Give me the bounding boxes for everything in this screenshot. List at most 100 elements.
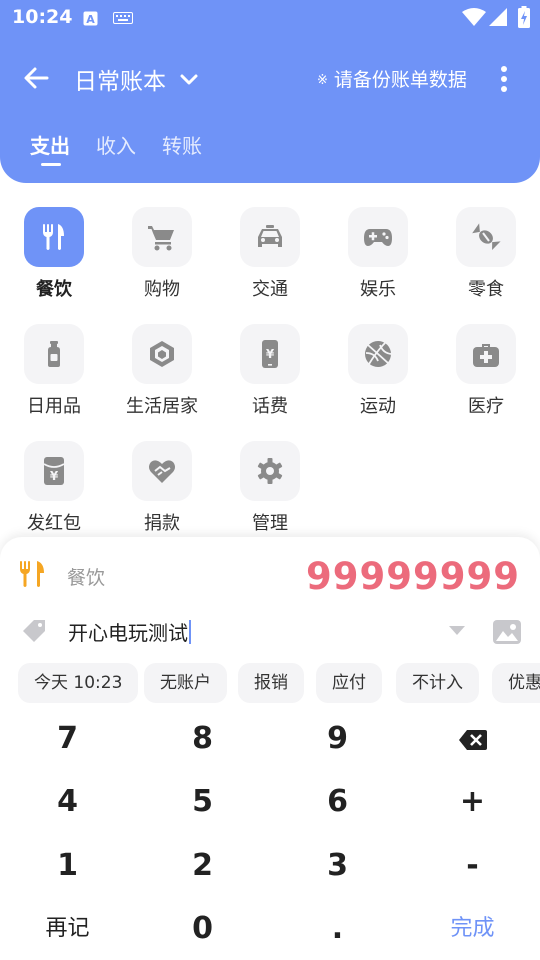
note-row: 开心电玩测试 — [0, 613, 540, 653]
category-icon-box — [24, 324, 84, 384]
selected-category-name: 餐饮 — [67, 567, 106, 589]
backup-reminder[interactable]: ※ 请备份账单数据 — [317, 65, 467, 92]
caret-down-icon[interactable] — [446, 619, 468, 641]
category-icon-box — [132, 207, 192, 267]
category-icon-box — [132, 441, 192, 501]
key-2[interactable]: 2 — [135, 835, 270, 897]
wifi-icon — [462, 8, 486, 26]
status-time: 10:24 — [12, 6, 73, 28]
book-title[interactable]: 日常账本 — [74, 62, 166, 96]
text-caret — [189, 620, 191, 644]
backspace-button[interactable] — [405, 708, 540, 770]
tag-icon[interactable] — [20, 617, 48, 645]
gamepad-icon — [364, 229, 392, 246]
medical-kit-icon — [473, 344, 499, 367]
app-header: 10:24 A 日常账本 ※ 请备份账单数据 支出 收入 转账 — [0, 0, 540, 183]
svg-text:¥: ¥ — [266, 347, 275, 361]
category-label: 日用品 — [27, 396, 81, 417]
tab-transfer[interactable]: 转账 — [162, 130, 202, 159]
chip-discount[interactable]: 优惠 — [492, 663, 540, 703]
category-icon-box — [456, 207, 516, 267]
chevron-down-icon[interactable] — [178, 68, 200, 90]
keyboard-icon — [113, 12, 133, 24]
done-button[interactable]: 完成 — [405, 898, 540, 960]
category-red-packet[interactable]: ¥ 发红包 — [0, 434, 108, 544]
red-envelope-icon: ¥ — [43, 457, 65, 485]
svg-text:A: A — [86, 13, 95, 26]
key-1[interactable]: 1 — [0, 835, 135, 897]
image-icon[interactable] — [492, 617, 522, 647]
backup-prefix: ※ — [317, 73, 328, 88]
key-4[interactable]: 4 — [0, 771, 135, 833]
key-minus[interactable]: - — [405, 835, 540, 897]
category-dining[interactable]: 餐饮 — [0, 200, 108, 310]
category-label: 购物 — [144, 279, 180, 300]
category-label: 医疗 — [468, 396, 504, 417]
category-icon-box — [240, 441, 300, 501]
option-chips: 今天 10:23 无账户 报销 应付 不计入 优惠 — [18, 663, 540, 703]
chip-date-time[interactable]: 今天 10:23 — [18, 663, 139, 703]
category-transport[interactable]: 交通 — [216, 200, 324, 310]
record-again-button[interactable]: 再记 — [0, 898, 135, 960]
more-vert-icon[interactable] — [494, 64, 514, 94]
gear-icon — [257, 458, 283, 484]
candy-icon — [472, 223, 501, 250]
toolbar: 日常账本 ※ 请备份账单数据 — [0, 48, 540, 110]
category-donation[interactable]: 捐款 — [108, 434, 216, 544]
keyboard-a-icon: A — [83, 11, 98, 26]
category-icon-box: ¥ — [24, 441, 84, 501]
key-8[interactable]: 8 — [135, 708, 270, 770]
category-snacks[interactable]: 零食 — [432, 200, 540, 310]
note-input[interactable]: 开心电玩测试 — [68, 617, 191, 646]
category-icon-box: ¥ — [240, 324, 300, 384]
note-text: 开心电玩测试 — [68, 621, 188, 645]
key-7[interactable]: 7 — [0, 708, 135, 770]
basketball-icon — [365, 341, 392, 367]
status-bar: 10:24 A — [0, 0, 540, 36]
key-6[interactable]: 6 — [270, 771, 405, 833]
battery-charging-icon — [518, 6, 530, 28]
category-label: 生活居家 — [126, 396, 198, 417]
key-5[interactable]: 5 — [135, 771, 270, 833]
key-decimal[interactable]: . — [270, 898, 405, 960]
chip-account[interactable]: 无账户 — [144, 663, 227, 703]
svg-text:¥: ¥ — [50, 469, 59, 483]
category-label: 捐款 — [144, 513, 180, 534]
tab-income[interactable]: 收入 — [96, 130, 136, 159]
category-label: 零食 — [468, 279, 504, 300]
key-3[interactable]: 3 — [270, 835, 405, 897]
category-shopping[interactable]: 购物 — [108, 200, 216, 310]
category-label: 发红包 — [27, 513, 81, 534]
arrow-left-icon[interactable] — [20, 62, 52, 94]
fork-knife-icon — [43, 224, 64, 250]
category-label: 运动 — [360, 396, 396, 417]
category-phone-bill[interactable]: ¥ 话费 — [216, 317, 324, 427]
key-plus[interactable]: + — [405, 771, 540, 833]
entry-sheet: 餐饮 99999999 开心电玩测试 今天 10:23 无账户 报销 应付 不计… — [0, 537, 540, 960]
backspace-icon — [458, 729, 487, 750]
tab-expense[interactable]: 支出 — [30, 130, 70, 166]
chip-exclude[interactable]: 不计入 — [396, 663, 479, 703]
key-0[interactable]: 0 — [135, 898, 270, 960]
category-icon-box — [348, 207, 408, 267]
amount-display: 99999999 — [306, 555, 520, 598]
category-sports[interactable]: 运动 — [324, 317, 432, 427]
cart-icon — [148, 226, 174, 251]
category-label: 交通 — [252, 279, 288, 300]
key-9[interactable]: 9 — [270, 708, 405, 770]
heart-hand-icon — [149, 460, 175, 483]
category-icon-box — [240, 207, 300, 267]
fork-knife-icon — [20, 561, 44, 587]
chip-reimburse[interactable]: 报销 — [238, 663, 304, 703]
category-home-living[interactable]: 生活居家 — [108, 317, 216, 427]
category-daily-goods[interactable]: 日用品 — [0, 317, 108, 427]
category-label: 娱乐 — [360, 279, 396, 300]
category-label: 话费 — [252, 396, 288, 417]
category-entertainment[interactable]: 娱乐 — [324, 200, 432, 310]
chip-payable[interactable]: 应付 — [316, 663, 382, 703]
category-medical[interactable]: 医疗 — [432, 317, 540, 427]
backup-text: 请备份账单数据 — [333, 69, 467, 91]
selected-category-row: 餐饮 99999999 — [0, 555, 540, 598]
category-manage[interactable]: 管理 — [216, 434, 324, 544]
category-icon-box — [24, 207, 84, 267]
